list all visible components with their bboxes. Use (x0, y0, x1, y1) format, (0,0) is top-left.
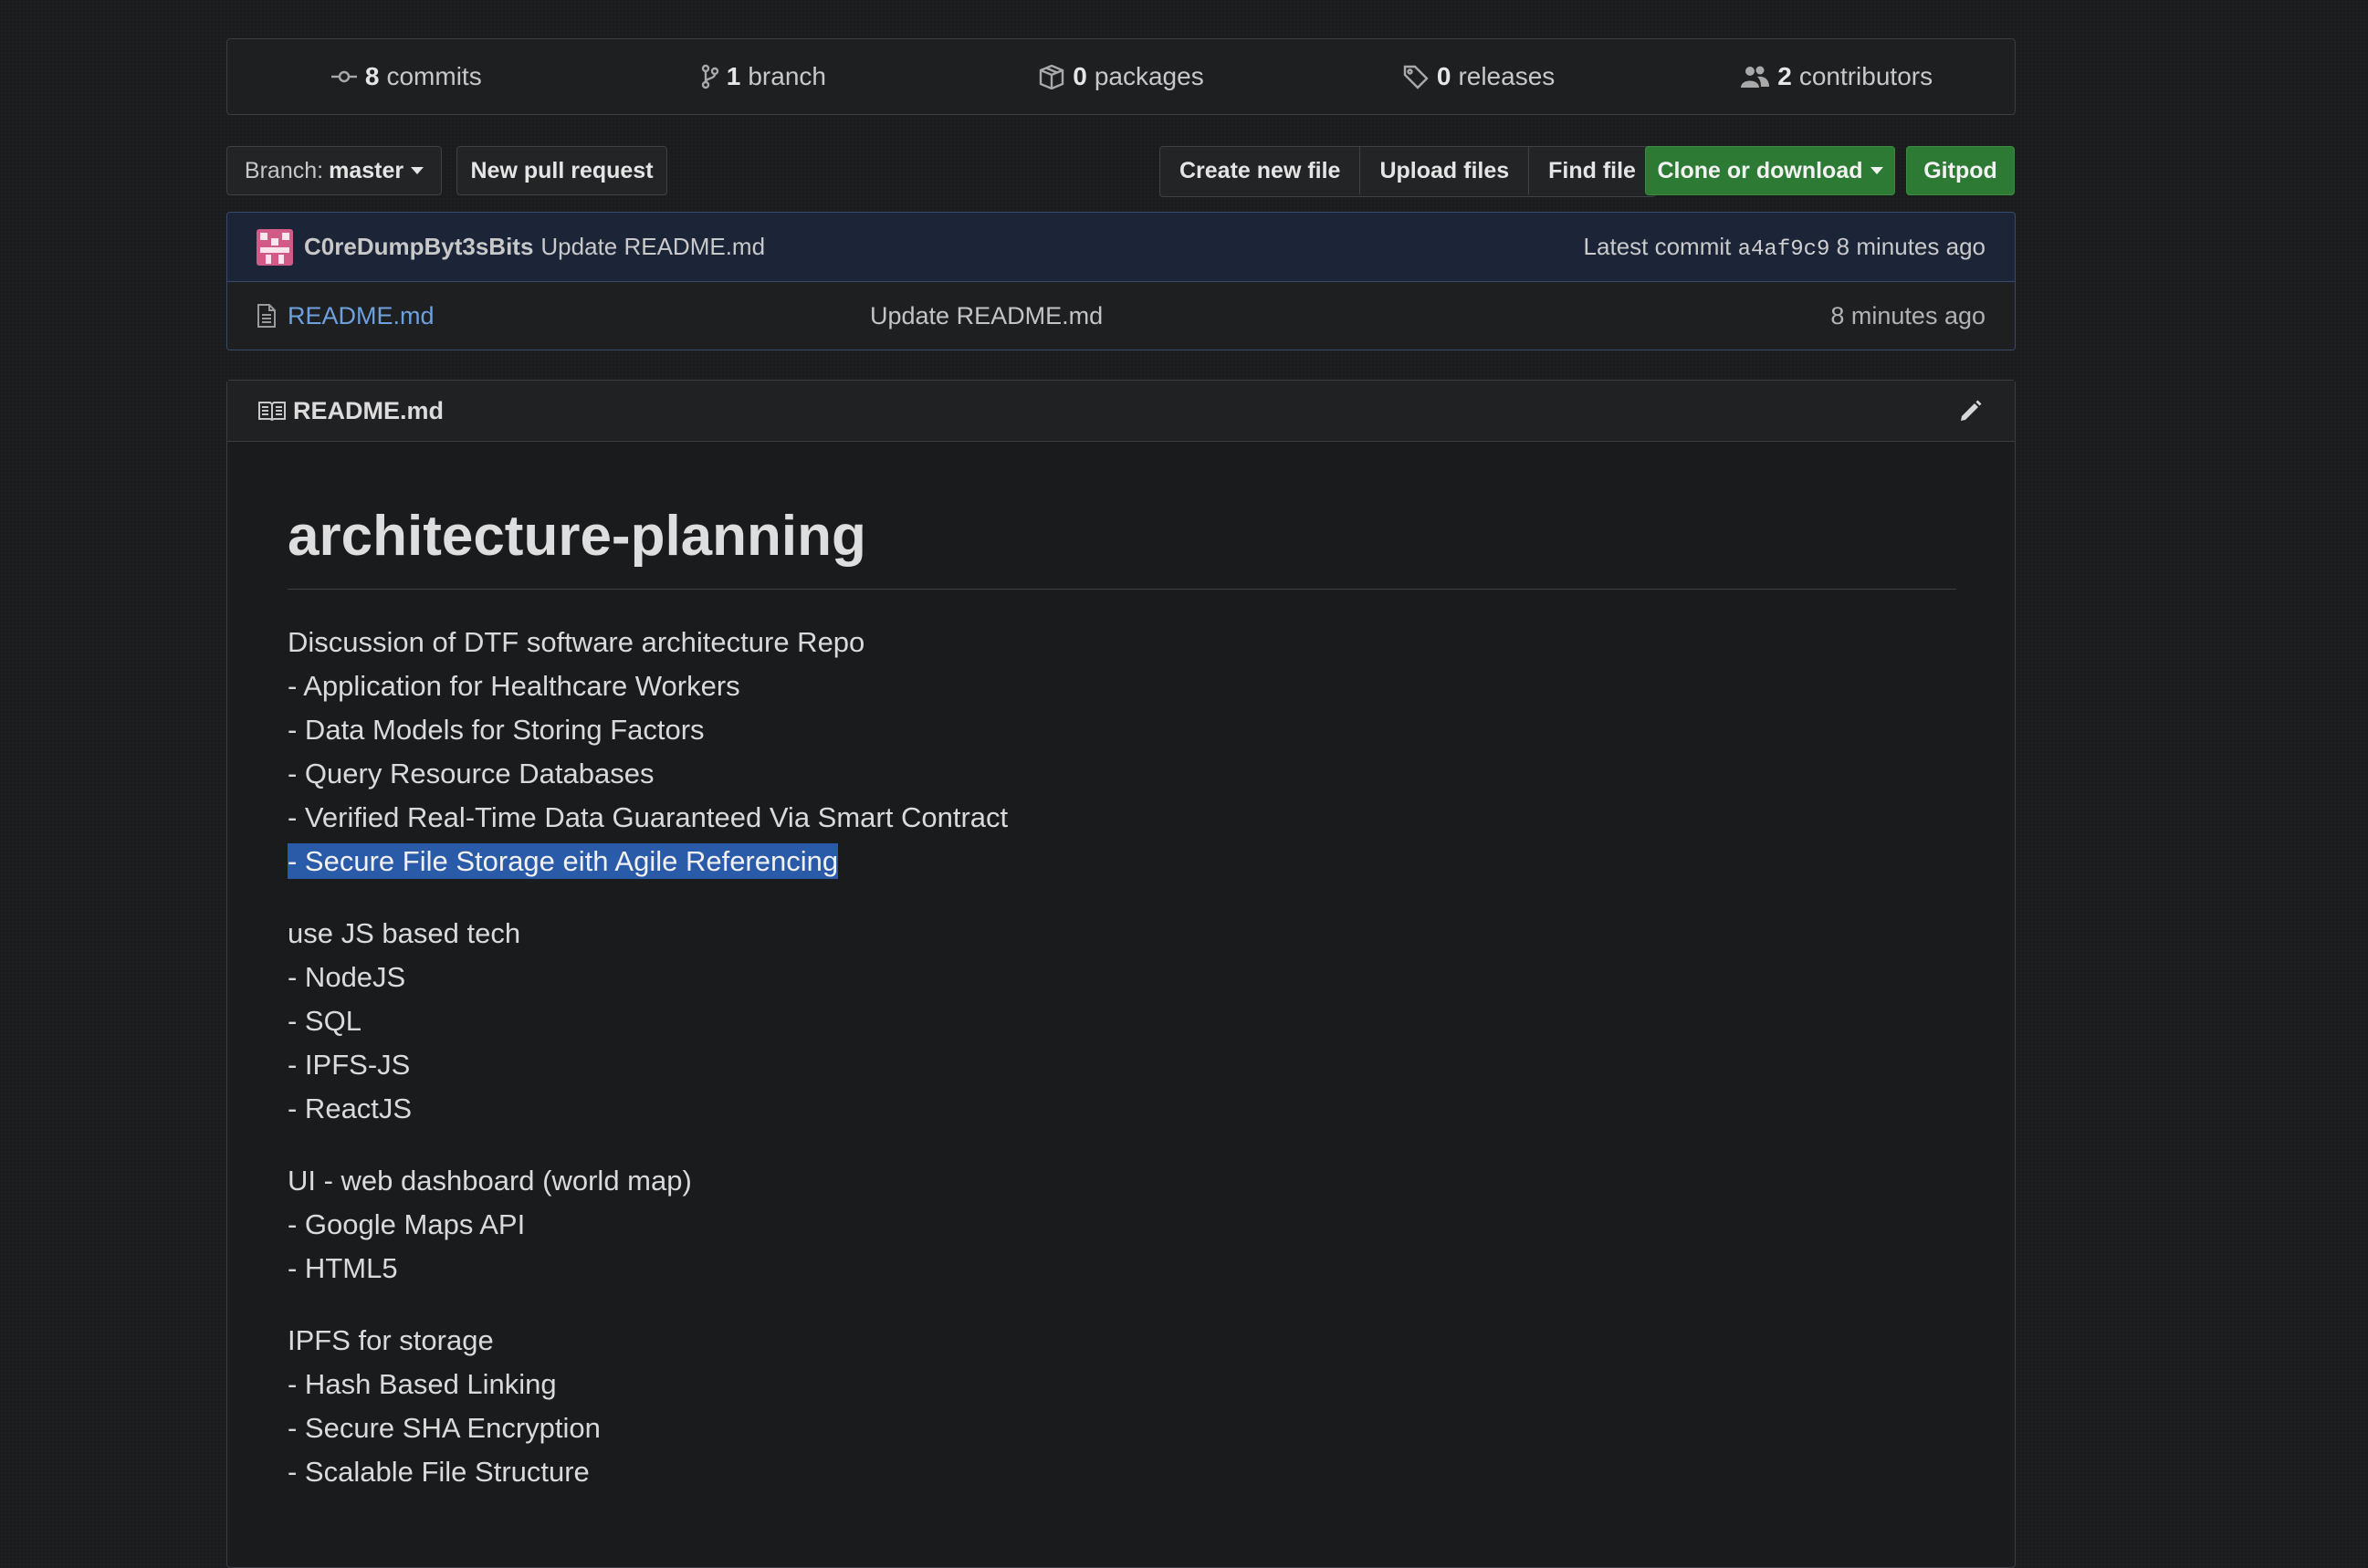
branch-icon (701, 64, 718, 89)
branches-label: branch (748, 62, 826, 90)
file-actions-group: Create new file Upload files Find file (1159, 146, 1656, 197)
commit-message-link[interactable]: Update README.md (540, 233, 765, 261)
clone-or-download-button[interactable]: Clone or download (1645, 146, 1895, 195)
readme-line: - Verified Real-Time Data Guaranteed Via… (288, 801, 1009, 834)
create-new-file-button[interactable]: Create new file (1160, 147, 1361, 194)
latest-commit-info: Latest commit a4af9c9 8 minutes ago (1584, 233, 1986, 262)
file-age: 8 minutes ago (1830, 301, 1986, 329)
commit-icon (330, 70, 357, 83)
releases-count: 0 (1436, 62, 1451, 90)
commits-label: commits (386, 62, 482, 90)
chevron-down-icon (1870, 167, 1883, 174)
latest-commit-label: Latest commit (1583, 232, 1732, 260)
readme-content: architecture-planning Discussion of DTF … (288, 441, 1956, 1494)
releases-label: releases (1458, 62, 1556, 90)
file-commit-message-link[interactable]: Update README.md (870, 302, 1103, 330)
readme-line: - Secure SHA Encryption (288, 1412, 601, 1445)
commits-link[interactable]: 8 commits (227, 62, 585, 91)
commit-sha-link[interactable]: a4af9c9 (1738, 237, 1830, 262)
readme-line: use JS based tech (288, 917, 521, 950)
contributors-count: 2 (1777, 62, 1792, 90)
people-icon (1741, 66, 1770, 88)
branches-count: 1 (726, 62, 741, 90)
find-file-button[interactable]: Find file (1529, 147, 1655, 194)
readme-box: README.md architecture-planning Discussi… (226, 380, 2016, 1568)
commit-age: 8 minutes ago (1836, 232, 1986, 260)
avatar[interactable] (257, 228, 293, 266)
readme-filename: README.md (293, 396, 445, 424)
chevron-down-icon (411, 167, 424, 174)
readme-line: IPFS for storage (288, 1324, 494, 1357)
readme-line: - Scalable File Structure (288, 1456, 590, 1489)
text-selection: - Secure File Storage eith Agile Referen… (288, 843, 839, 880)
gitpod-button[interactable]: Gitpod (1906, 146, 2015, 195)
file-name-link[interactable]: README.md (288, 302, 435, 330)
book-icon (258, 402, 286, 421)
latest-commit-bar: C0reDumpByt3sBits Update README.md Lates… (227, 213, 2015, 282)
upload-files-button[interactable]: Upload files (1360, 147, 1530, 194)
branch-prefix: Branch: (244, 157, 324, 183)
readme-line: - Google Maps API (288, 1208, 526, 1241)
readme-paragraph: UI - web dashboard (world map) - Google … (288, 1159, 1956, 1291)
readme-line: - Application for Healthcare Workers (288, 670, 740, 703)
readme-title: architecture-planning (288, 503, 1956, 591)
readme-line: Discussion of DTF software architecture … (288, 626, 865, 659)
commit-author-link[interactable]: C0reDumpByt3sBits (304, 233, 533, 261)
readme-paragraph: Discussion of DTF software architecture … (288, 621, 1956, 883)
packages-link[interactable]: 0 packages (942, 62, 1300, 91)
readme-line: UI - web dashboard (world map) (288, 1165, 692, 1197)
commits-count: 8 (364, 62, 380, 90)
releases-link[interactable]: 0 releases (1300, 62, 1658, 91)
readme-line-selected: - Secure File Storage eith Agile Referen… (288, 840, 1956, 883)
readme-paragraph: IPFS for storage - Hash Based Linking - … (288, 1319, 1956, 1494)
branch-name: master (329, 157, 404, 183)
clone-or-download-label: Clone or download (1657, 157, 1863, 183)
contributors-label: contributors (1798, 62, 1933, 90)
readme-line: - SQL (288, 1005, 361, 1038)
readme-line: - Data Models for Storing Factors (288, 714, 705, 747)
readme-line: - ReactJS (288, 1092, 413, 1125)
readme-header: README.md (227, 381, 2015, 442)
branch-select-button[interactable]: Branch: master (226, 146, 442, 195)
repo-numbers-summary: 8 commits 1 branch 0 packages 0 releases… (226, 38, 2016, 115)
packages-count: 0 (1073, 62, 1087, 90)
new-pull-request-button[interactable]: New pull request (456, 146, 667, 195)
readme-line: - Hash Based Linking (288, 1368, 557, 1401)
pencil-icon[interactable] (1958, 398, 1984, 423)
contributors-link[interactable]: 2 contributors (1657, 62, 2015, 91)
readme-line: - IPFS-JS (288, 1049, 411, 1082)
file-navigation-table: C0reDumpByt3sBits Update README.md Lates… (226, 212, 2016, 350)
readme-paragraph: use JS based tech - NodeJS - SQL - IPFS-… (288, 912, 1956, 1131)
file-icon (257, 304, 276, 328)
tag-icon (1403, 65, 1429, 89)
package-icon (1040, 64, 1064, 89)
readme-line: - HTML5 (288, 1252, 398, 1285)
packages-label: packages (1094, 62, 1204, 90)
branches-link[interactable]: 1 branch (585, 62, 943, 91)
readme-line: - Query Resource Databases (288, 758, 655, 790)
table-row: README.md Update README.md 8 minutes ago (227, 282, 2015, 350)
readme-line: - NodeJS (288, 961, 406, 994)
